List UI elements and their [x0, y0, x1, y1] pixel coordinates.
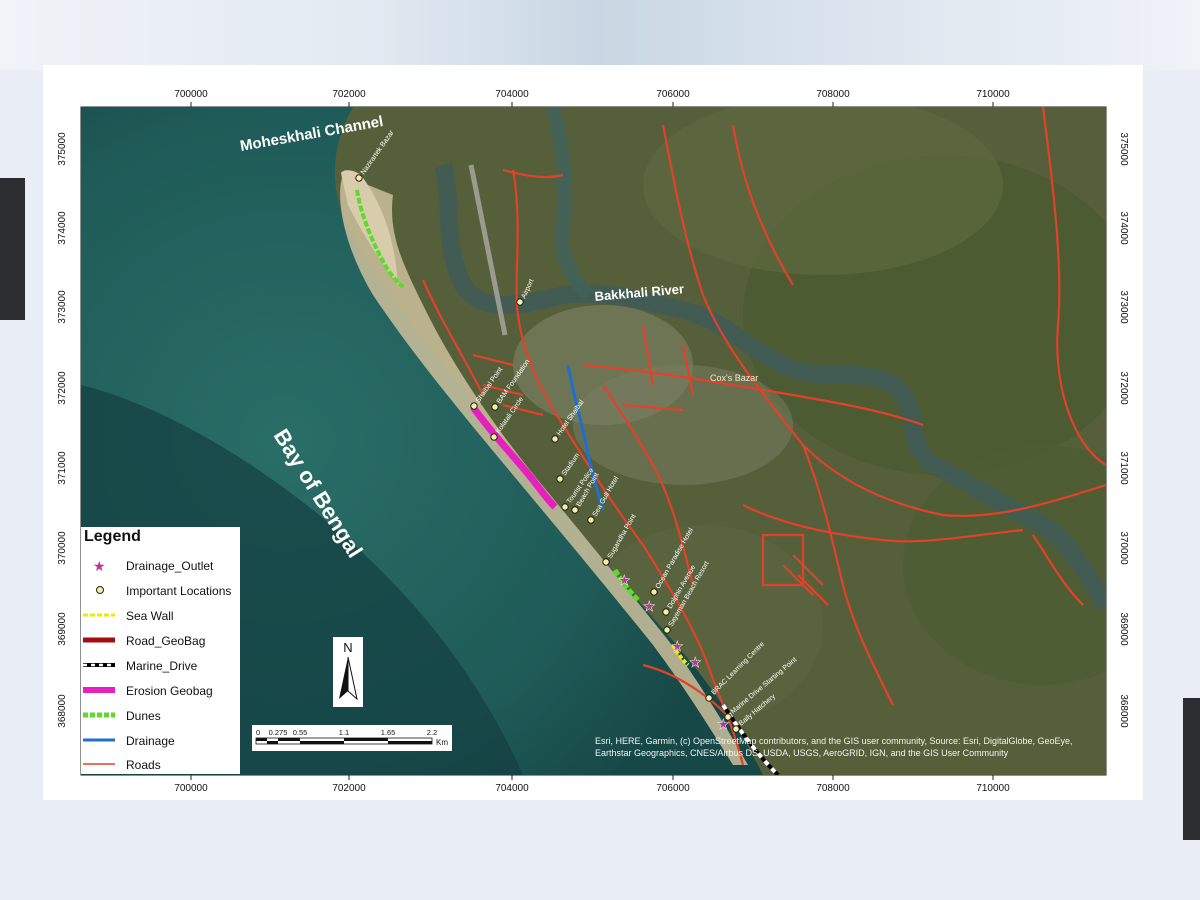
scale-bar-label: 0: [256, 728, 260, 737]
yellow-circle-icon: [96, 586, 104, 594]
x-tick-label-bottom: 708000: [816, 783, 850, 794]
green-dashed-line-icon: [83, 712, 115, 718]
important-location-point[interactable]: [571, 506, 579, 514]
dark-red-line-icon: [83, 637, 115, 643]
magenta-line-icon: [83, 687, 115, 693]
legend-box: Legend ★ Drainage_Outlet Important Locat…: [81, 527, 240, 774]
legend-label: Dunes: [126, 709, 161, 723]
map-panel: ★ ★ ★ ★ ★ Nazirartek Bazar Airport Shaibal…: [43, 65, 1143, 800]
y-tick-label-left: 372000: [57, 371, 68, 405]
north-arrow-icon: N: [333, 637, 363, 707]
important-location-point[interactable]: [732, 725, 740, 733]
legend-title: Legend: [84, 528, 141, 545]
black-white-dashed-line-icon: [83, 663, 115, 667]
legend-item-drainage-outlet: ★ Drainage_Outlet: [81, 557, 240, 577]
legend-item-sea-wall: Sea Wall: [81, 607, 240, 627]
north-arrow-letter: N: [343, 640, 352, 655]
red-line-icon: [83, 763, 115, 765]
drainage-outlet-star: ★: [689, 654, 702, 670]
y-tick-label-right: 370000: [1118, 531, 1129, 565]
legend-label: Important Locations: [126, 584, 232, 598]
drainage-outlet-star: ★: [643, 598, 656, 614]
x-tick-label-bottom: 704000: [495, 783, 529, 794]
blue-line-icon: [83, 738, 115, 742]
y-tick-label-left: 373000: [57, 290, 68, 324]
drainage-outlet-star: ★: [618, 572, 631, 588]
svg-text:★: ★: [93, 558, 106, 573]
x-tick-label-bottom: 706000: [656, 783, 690, 794]
coxs-bazar-label: Cox's Bazar: [710, 373, 758, 383]
important-location-point[interactable]: [491, 403, 499, 411]
y-tick-label-right: 374000: [1118, 211, 1129, 245]
important-location-point[interactable]: [355, 174, 363, 182]
y-tick-label-right: 372000: [1118, 371, 1129, 405]
y-tick-label-right: 368000: [1118, 694, 1129, 728]
legend-label: Road_GeoBag: [126, 634, 206, 648]
north-arrow: N: [333, 637, 363, 707]
y-tick-label-left: 370000: [57, 531, 68, 565]
scale-bar-label: 0.275: [269, 728, 288, 737]
y-tick-label-left: 375000: [57, 132, 68, 166]
x-tick-label-bottom: 710000: [976, 783, 1010, 794]
important-location-point[interactable]: [724, 713, 732, 721]
scale-unit: Km: [436, 738, 448, 747]
important-location-point[interactable]: [470, 402, 478, 410]
legend-label: Roads: [126, 758, 161, 772]
important-location-point[interactable]: [705, 694, 713, 702]
left-side-tab[interactable]: [0, 178, 25, 320]
important-location-point[interactable]: [662, 608, 670, 616]
legend-label: Drainage: [126, 734, 175, 748]
important-location-point[interactable]: [551, 435, 559, 443]
scale-bar: 0 0.275 0.55 1.1 1.65 2.2 Km: [252, 725, 452, 751]
x-tick-label-top: 700000: [174, 89, 208, 100]
legend-item-drainage: Drainage: [81, 732, 240, 752]
x-tick-label-top: 704000: [495, 89, 529, 100]
legend-item-dunes: Dunes: [81, 707, 240, 727]
scale-bar-label: 0.55: [293, 728, 308, 737]
important-location-point[interactable]: [587, 516, 595, 524]
x-tick-label-top: 710000: [976, 89, 1010, 100]
y-tick-label-left: 374000: [57, 211, 68, 245]
important-location-point[interactable]: [561, 503, 569, 511]
x-tick-label-bottom: 702000: [332, 783, 366, 794]
x-tick-label-bottom: 700000: [174, 783, 208, 794]
legend-item-erosion-geobag: Erosion Geobag: [81, 682, 240, 702]
important-location-point[interactable]: [490, 433, 498, 441]
x-tick-label-top: 706000: [656, 89, 690, 100]
legend-label: Drainage_Outlet: [126, 559, 214, 573]
y-tick-label-right: 369000: [1118, 612, 1129, 646]
yellow-dashed-line-icon: [83, 613, 115, 617]
purple-star-icon: ★: [93, 558, 106, 573]
legend-item-road-geobag: Road_GeoBag: [81, 632, 240, 652]
legend-label: Erosion Geobag: [126, 684, 213, 698]
scale-bar-label: 2.2: [427, 728, 437, 737]
y-tick-label-right: 373000: [1118, 290, 1129, 324]
scale-bar-label: 1.1: [339, 728, 349, 737]
legend-label: Marine_Drive: [126, 659, 198, 673]
scale-bar-graphic: 0 0.275 0.55 1.1 1.65 2.2 Km: [252, 725, 452, 751]
important-location-point[interactable]: [516, 298, 524, 306]
y-tick-label-left: 371000: [57, 451, 68, 485]
scale-bar-label: 1.65: [381, 728, 396, 737]
right-side-tab[interactable]: [1183, 698, 1200, 840]
legend-label: Sea Wall: [126, 609, 174, 623]
important-location-point[interactable]: [663, 626, 671, 634]
x-tick-label-top: 708000: [816, 89, 850, 100]
legend-item-marine-drive: Marine_Drive: [81, 657, 240, 677]
drainage-outlet-star: ★: [671, 638, 684, 654]
x-tick-label-top: 702000: [332, 89, 366, 100]
important-location-point[interactable]: [556, 475, 564, 483]
y-tick-label-right: 371000: [1118, 451, 1129, 485]
page-background-banner: [0, 0, 1200, 70]
y-tick-label-left: 369000: [57, 612, 68, 646]
important-location-point[interactable]: [602, 558, 610, 566]
important-location-point[interactable]: [650, 588, 658, 596]
y-tick-label-right: 375000: [1118, 132, 1129, 166]
map-attribution: Esri, HERE, Garmin, (c) OpenStreetMap co…: [595, 736, 1073, 758]
y-tick-label-left: 368000: [57, 694, 68, 728]
legend-item-roads: Roads: [81, 756, 240, 776]
legend-item-important-locations: Important Locations: [81, 582, 240, 602]
